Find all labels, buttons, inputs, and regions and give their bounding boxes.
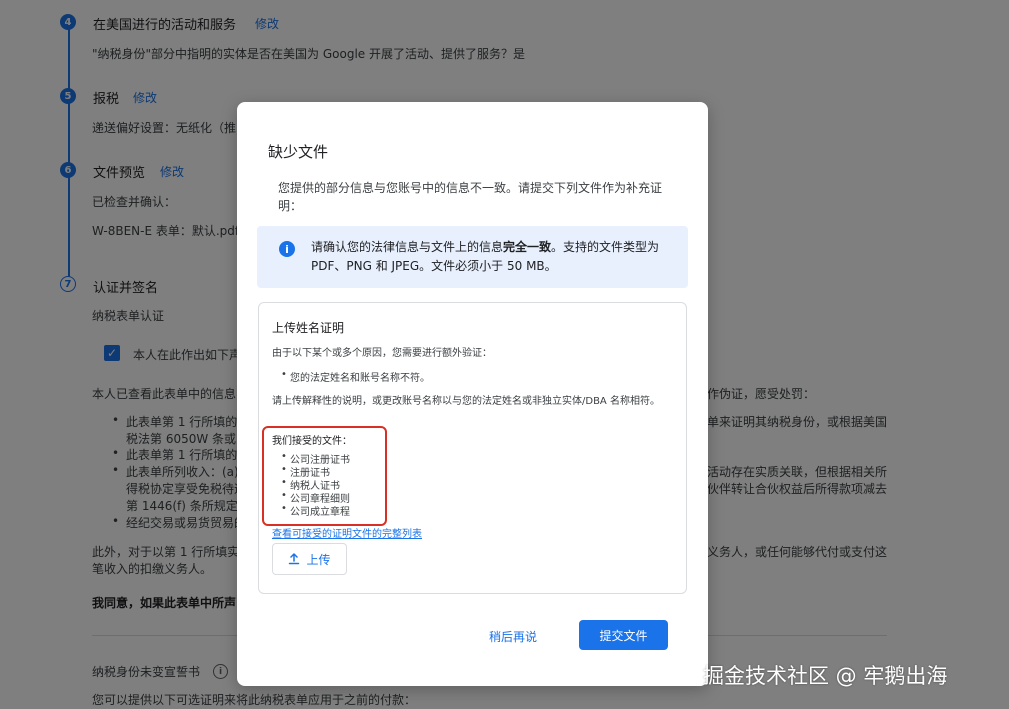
upload-icon bbox=[289, 553, 300, 565]
dialog-title: 缺少文件 bbox=[268, 143, 329, 161]
submit-button[interactable]: 提交文件 bbox=[579, 620, 668, 650]
info-icon: i bbox=[279, 241, 295, 257]
watermark: 掘金技术社区 @ 牢鹅出海 bbox=[703, 664, 948, 688]
info-notice: i 请确认您的法律信息与文件上的信息完全一致。支持的文件类型为 PDF、PNG … bbox=[257, 226, 688, 288]
missing-documents-dialog: 缺少文件 您提供的部分信息与您账号中的信息不一致。请提交下列文件作为补充证明： … bbox=[237, 102, 708, 686]
notice-text: 请确认您的法律信息与文件上的信息完全一致。支持的文件类型为 PDF、PNG 和 … bbox=[311, 240, 660, 273]
instruction-text: 请上传解释性的说明，或更改账号名称以与您的法定姓名或非独立实体/DBA 名称相符… bbox=[272, 396, 660, 407]
later-button[interactable]: 稍后再说 bbox=[489, 628, 537, 645]
highlight-box bbox=[262, 426, 387, 526]
dialog-description: 您提供的部分信息与您账号中的信息不一致。请提交下列文件作为补充证明： bbox=[278, 181, 663, 213]
upload-label: 上传 bbox=[306, 552, 331, 567]
reason-intro: 由于以下某个或多个原因，您需要进行额外验证： bbox=[272, 348, 492, 359]
full-list-link[interactable]: 查看可接受的证明文件的完整列表 bbox=[272, 525, 422, 540]
name-proof-card: 上传姓名证明 由于以下某个或多个原因，您需要进行额外验证： 您的法定姓名和账号名… bbox=[258, 302, 687, 594]
card-title: 上传姓名证明 bbox=[272, 321, 345, 335]
upload-button[interactable]: 上传 bbox=[272, 543, 347, 575]
reason-item: 您的法定姓名和账号名称不符。 bbox=[281, 369, 430, 384]
